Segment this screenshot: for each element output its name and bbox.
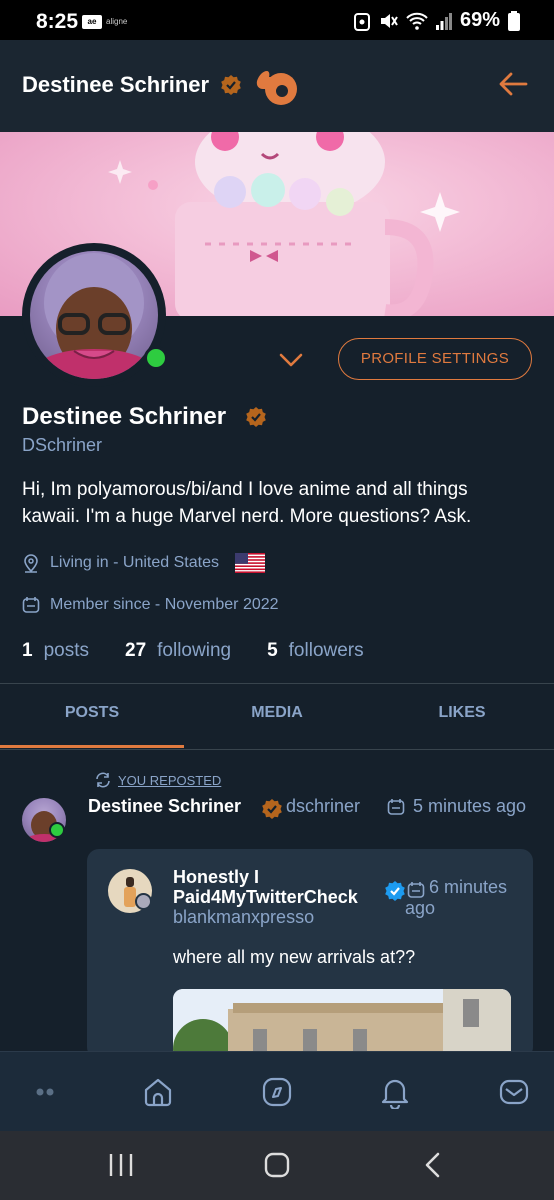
verified-badge-icon	[262, 799, 282, 819]
member-since-row: Member since - November 2022	[22, 596, 279, 614]
back-arrow-icon[interactable]	[498, 70, 528, 98]
member-since-text: Member since - November 2022	[50, 596, 279, 613]
bottom-navigation	[0, 1051, 554, 1131]
avatar-image	[30, 251, 158, 379]
followers-count: 5	[267, 640, 278, 661]
calendar-icon	[387, 798, 405, 815]
recent-apps-icon[interactable]	[108, 1151, 134, 1179]
messages-icon[interactable]	[496, 1074, 532, 1110]
signal-icon	[435, 12, 452, 30]
active-tab-indicator	[0, 745, 184, 748]
verified-check-icon	[385, 881, 405, 901]
post-author-handle[interactable]: dschriner	[286, 796, 360, 817]
online-status-indicator	[144, 346, 168, 370]
repost-label: YOU REPOSTED	[118, 772, 222, 788]
home-button-icon[interactable]	[264, 1151, 290, 1179]
posts-stat[interactable]: 1 posts	[22, 640, 89, 662]
location-row: Living in - United States	[22, 553, 265, 573]
us-flag-icon	[234, 553, 265, 573]
profile-handle: DSchriner	[22, 435, 103, 455]
tab-posts[interactable]: POSTS	[0, 684, 184, 750]
status-time: 8:25	[36, 10, 79, 33]
profile-avatar[interactable]	[22, 243, 168, 387]
followers-label: followers	[288, 640, 364, 661]
quoted-post-card[interactable]: Honestly I Paid4MyTwitterCheck 6 minutes…	[87, 849, 533, 1059]
location-pin-icon	[24, 554, 38, 573]
quoted-post-timestamp: 6 minutes ago	[405, 877, 508, 918]
profile-name: Destinee Schriner	[22, 403, 227, 430]
explore-icon[interactable]	[259, 1074, 295, 1110]
system-navigation-bar	[0, 1131, 554, 1200]
quoted-author-handle[interactable]: blankmanxpresso	[173, 907, 314, 928]
battery-icon	[508, 10, 520, 31]
thumbs-up-mascot-icon	[256, 71, 297, 105]
quoted-author-name[interactable]: Honestly I Paid4MyTwitterCheck	[173, 867, 393, 907]
quoted-post-text: where all my new arrivals at??	[173, 947, 416, 967]
notifications-icon[interactable]	[377, 1074, 413, 1110]
divider	[0, 749, 554, 750]
following-stat[interactable]: 27 following	[125, 640, 231, 662]
verified-badge-icon	[246, 407, 266, 427]
posts-label: posts	[43, 640, 89, 661]
location-text: Living in - United States	[50, 554, 219, 571]
calendar-icon	[22, 597, 40, 613]
more-icon[interactable]	[28, 1074, 64, 1110]
following-label: following	[157, 640, 232, 661]
repost-indicator[interactable]: YOU REPOSTED	[94, 772, 221, 788]
lock-icon	[353, 12, 370, 31]
app-notification-icon: ae	[82, 15, 102, 29]
mute-icon	[380, 13, 398, 28]
profile-settings-button[interactable]: PROFILE SETTINGS	[338, 338, 532, 380]
followers-stat[interactable]: 5 followers	[267, 640, 364, 662]
repost-icon	[96, 772, 110, 788]
back-button-icon[interactable]	[420, 1151, 446, 1179]
tab-likes[interactable]: LIKES	[370, 684, 554, 750]
profile-bio: Hi, Im polyamorous/bi/and I love anime a…	[22, 479, 472, 527]
profile-tabs: POSTS MEDIA LIKES	[0, 684, 554, 750]
carrier-label: aligne	[106, 17, 128, 26]
wifi-icon	[406, 12, 428, 30]
chevron-down-icon[interactable]	[278, 349, 304, 369]
post-time-text: 5 minutes ago	[413, 796, 527, 816]
profile-header: Destinee Schriner	[0, 40, 554, 132]
status-indicator	[135, 893, 152, 910]
status-icons: 69%	[353, 9, 520, 32]
profile-stats: 1 posts 27 following 5 followers	[22, 640, 400, 662]
header-title: Destinee Schriner	[22, 72, 210, 97]
online-status-indicator	[49, 822, 65, 838]
posts-count: 1	[22, 640, 33, 661]
quoted-post-image[interactable]	[173, 989, 511, 1059]
tab-media[interactable]: MEDIA	[184, 684, 370, 750]
battery-percent: 69%	[459, 9, 500, 31]
home-icon[interactable]	[140, 1074, 176, 1110]
status-bar: 8:25 ae aligne 69%	[0, 0, 554, 40]
post-timestamp: 5 minutes ago	[387, 796, 526, 817]
verified-badge-icon	[221, 75, 241, 95]
post-author-name[interactable]: Destinee Schriner	[88, 796, 241, 817]
following-count: 27	[125, 640, 147, 661]
